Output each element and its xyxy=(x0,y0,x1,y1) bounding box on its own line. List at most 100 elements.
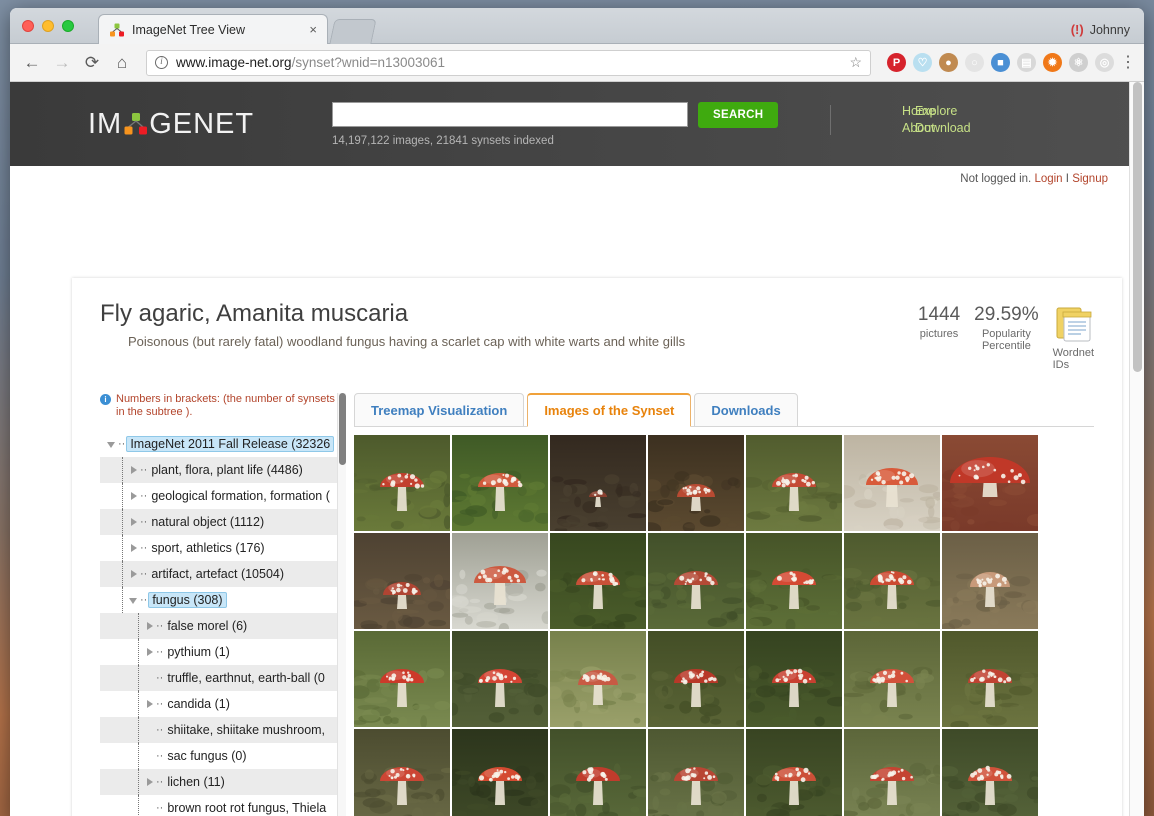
colors-extension-icon[interactable]: ■ xyxy=(991,53,1010,72)
target-extension-icon[interactable]: ◎ xyxy=(1095,53,1114,72)
fly-agaric-thumbnail[interactable] xyxy=(844,729,940,816)
fly-agaric-thumbnail[interactable] xyxy=(942,435,1038,531)
tree-node[interactable]: ·· pythium (1) xyxy=(100,639,340,665)
tab-treemap[interactable]: Treemap Visualization xyxy=(354,393,525,427)
fly-agaric-thumbnail[interactable] xyxy=(354,435,450,531)
fly-agaric-thumbnail[interactable] xyxy=(746,435,842,531)
tree-node-label[interactable]: ImageNet 2011 Fall Release (32326 xyxy=(126,436,335,452)
tab-images[interactable]: Images of the Synset xyxy=(527,393,692,427)
browser-profile[interactable]: (!) Johnny xyxy=(1071,22,1130,37)
collapse-arrow-icon[interactable] xyxy=(129,596,139,605)
tree-node[interactable]: ·· brown root rot fungus, Thiela xyxy=(100,795,340,816)
imagenet-logo[interactable]: IM GENET xyxy=(88,108,254,141)
santa-extension-icon[interactable]: ● xyxy=(939,53,958,72)
expand-arrow-icon[interactable] xyxy=(130,569,139,579)
tree-node[interactable]: ·· fungus (308) xyxy=(100,587,340,613)
nav-about[interactable]: About xyxy=(902,121,935,135)
tree-node[interactable]: ·· ImageNet 2011 Fall Release (32326 xyxy=(100,431,340,457)
back-button[interactable]: ← xyxy=(18,49,46,77)
fly-agaric-thumbnail[interactable] xyxy=(452,631,548,727)
tree-node-label[interactable]: lichen (11) xyxy=(164,774,227,790)
fly-agaric-thumbnail[interactable] xyxy=(942,729,1038,816)
tree-node[interactable]: ·· sac fungus (0) xyxy=(100,743,340,769)
tree-vertical-scrollbar[interactable] xyxy=(337,393,346,816)
tree-node-label[interactable]: shiitake, shiitake mushroom, xyxy=(164,722,328,738)
expand-arrow-icon[interactable] xyxy=(146,777,155,787)
fly-agaric-thumbnail[interactable] xyxy=(354,631,450,727)
search-button[interactable]: SEARCH xyxy=(698,102,779,128)
fly-agaric-thumbnail[interactable] xyxy=(452,729,548,816)
tree-node-label[interactable]: candida (1) xyxy=(164,696,233,712)
fly-agaric-thumbnail[interactable] xyxy=(942,631,1038,727)
home-button[interactable]: ⌂ xyxy=(108,49,136,77)
fly-agaric-thumbnail[interactable] xyxy=(550,729,646,816)
fly-agaric-thumbnail[interactable] xyxy=(550,435,646,531)
expand-arrow-icon[interactable] xyxy=(130,491,139,501)
minimize-window-button[interactable] xyxy=(42,20,54,32)
fly-agaric-thumbnail[interactable] xyxy=(648,729,744,816)
lifebuoy-extension-icon[interactable]: ✹ xyxy=(1043,53,1062,72)
browser-menu-button[interactable]: ⋮ xyxy=(1116,54,1136,70)
collapse-arrow-icon[interactable] xyxy=(107,440,117,449)
search-input[interactable] xyxy=(332,102,688,127)
note-extension-icon[interactable]: ▤ xyxy=(1017,53,1036,72)
tree-node-label[interactable]: geological formation, formation ( xyxy=(148,488,333,504)
maximize-window-button[interactable] xyxy=(62,20,74,32)
fly-agaric-thumbnail[interactable] xyxy=(354,533,450,629)
tree-scrollbar-thumb[interactable] xyxy=(339,393,346,465)
tree-node[interactable]: ·· lichen (11) xyxy=(100,769,340,795)
page-vertical-scrollbar[interactable] xyxy=(1129,82,1144,816)
site-info-icon[interactable]: i xyxy=(155,56,168,69)
tree-node-label[interactable]: natural object (1112) xyxy=(148,514,267,530)
atom-extension-icon[interactable]: ⚛ xyxy=(1069,53,1088,72)
tree-node-label[interactable]: brown root rot fungus, Thiela xyxy=(164,800,329,816)
tree-node[interactable]: ·· truffle, earthnut, earth-ball (0 xyxy=(100,665,340,691)
tree-node-label[interactable]: fungus (308) xyxy=(148,592,227,608)
tree-node-label[interactable]: sac fungus (0) xyxy=(164,748,249,764)
tree-node-label[interactable]: pythium (1) xyxy=(164,644,233,660)
expand-arrow-icon[interactable] xyxy=(146,699,155,709)
fly-agaric-thumbnail[interactable] xyxy=(550,631,646,727)
tree-node-label[interactable]: false morel (6) xyxy=(164,618,250,634)
expand-arrow-icon[interactable] xyxy=(146,621,155,631)
login-link[interactable]: Login xyxy=(1034,173,1062,185)
tree-node[interactable]: ·· candida (1) xyxy=(100,691,340,717)
close-window-button[interactable] xyxy=(22,20,34,32)
fly-agaric-thumbnail[interactable] xyxy=(844,435,940,531)
page-scrollbar-thumb[interactable] xyxy=(1133,82,1142,372)
tree-node[interactable]: ·· natural object (1112) xyxy=(100,509,340,535)
tree-node[interactable]: ·· shiitake, shiitake mushroom, xyxy=(100,717,340,743)
wishlist-extension-icon[interactable]: ♡ xyxy=(913,53,932,72)
tree-node-label[interactable]: plant, flora, plant life (4486) xyxy=(148,462,305,478)
fly-agaric-thumbnail[interactable] xyxy=(354,729,450,816)
nav-explore[interactable]: Explore xyxy=(915,104,971,118)
fly-agaric-thumbnail[interactable] xyxy=(942,533,1038,629)
expand-arrow-icon[interactable] xyxy=(130,543,139,553)
fly-agaric-thumbnail[interactable] xyxy=(648,435,744,531)
fly-agaric-thumbnail[interactable] xyxy=(746,729,842,816)
fly-agaric-thumbnail[interactable] xyxy=(550,533,646,629)
pinterest-extension-icon[interactable]: P xyxy=(887,53,906,72)
stat-wordnet-ids[interactable]: Wordnet IDs xyxy=(1053,304,1094,371)
tree-node-label[interactable]: artifact, artefact (10504) xyxy=(148,566,287,582)
new-tab-button[interactable] xyxy=(329,19,377,44)
expand-arrow-icon[interactable] xyxy=(130,517,139,527)
tree-node[interactable]: ·· false morel (6) xyxy=(100,613,340,639)
reload-button[interactable]: ⟳ xyxy=(78,49,106,77)
fly-agaric-thumbnail[interactable] xyxy=(844,631,940,727)
nav-home[interactable]: Home xyxy=(902,104,935,118)
tree-node-label[interactable]: sport, athletics (176) xyxy=(148,540,267,556)
fly-agaric-thumbnail[interactable] xyxy=(746,533,842,629)
tree-scroll-area[interactable]: ·· ImageNet 2011 Fall Release (32326 ·· pla… xyxy=(100,431,340,816)
close-tab-button[interactable]: × xyxy=(305,22,321,37)
fly-agaric-thumbnail[interactable] xyxy=(452,435,548,531)
expand-arrow-icon[interactable] xyxy=(146,647,155,657)
fly-agaric-thumbnail[interactable] xyxy=(452,533,548,629)
circle-extension-icon[interactable]: ○ xyxy=(965,53,984,72)
signup-link[interactable]: Signup xyxy=(1072,173,1108,185)
expand-arrow-icon[interactable] xyxy=(130,465,139,475)
tab-downloads[interactable]: Downloads xyxy=(694,393,798,427)
tree-node[interactable]: ·· artifact, artefact (10504) xyxy=(100,561,340,587)
tree-node-label[interactable]: truffle, earthnut, earth-ball (0 xyxy=(164,670,328,686)
fly-agaric-thumbnail[interactable] xyxy=(746,631,842,727)
